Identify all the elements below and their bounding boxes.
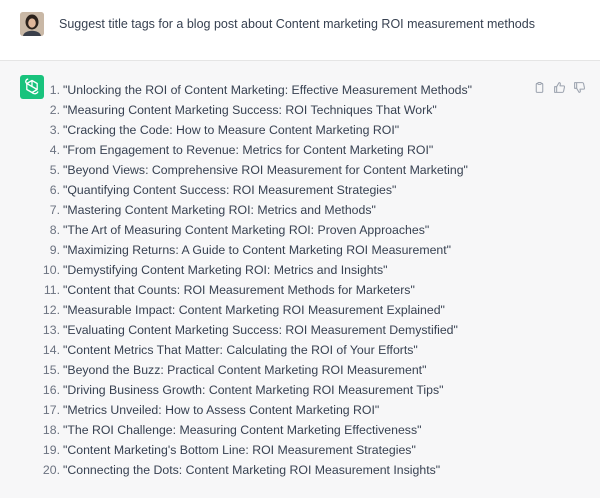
list-text: "Measuring Content Marketing Success: RO… [63, 103, 437, 117]
user-avatar [20, 12, 44, 36]
list-text: "Content Marketing's Bottom Line: ROI Me… [63, 443, 416, 457]
list-text: "Metrics Unveiled: How to Assess Content… [63, 403, 380, 417]
thumbs-down-icon [573, 81, 585, 93]
thumbs-up-button[interactable] [552, 80, 566, 94]
user-photo-icon [20, 12, 44, 36]
list-item: 2. "Measuring Content Marketing Success: … [40, 102, 472, 122]
list-number: 5. [49, 163, 60, 177]
thumbs-down-button[interactable] [572, 80, 586, 94]
list-text: "Mastering Content Marketing ROI: Metric… [63, 203, 376, 217]
list-item: 1. "Unlocking the ROI of Content Marketin… [40, 82, 472, 102]
message-actions [532, 80, 586, 96]
list-number: 9. [49, 243, 60, 257]
list-number: 10. [42, 263, 60, 277]
list-number: 1. [49, 83, 60, 97]
list-text: "The ROI Challenge: Measuring Content Ma… [63, 423, 422, 437]
chat-page: Suggest title tags for a blog post about… [0, 0, 600, 498]
list-number: 20. [42, 463, 60, 477]
list-text: "Evaluating Content Marketing Success: R… [63, 323, 458, 337]
list-item: 15. "Beyond the Buzz: Practical Content M… [40, 362, 472, 382]
list-text: "Cracking the Code: How to Measure Conte… [63, 123, 400, 137]
list-text: "Content Metrics That Matter: Calculatin… [63, 343, 418, 357]
list-item: 3. "Cracking the Code: How to Measure Con… [40, 122, 472, 142]
list-item: 4. "From Engagement to Revenue: Metrics f… [40, 142, 472, 162]
thumbs-up-icon [553, 81, 565, 93]
list-number: 4. [49, 143, 60, 157]
list-number: 2. [49, 103, 60, 117]
list-number: 8. [49, 223, 60, 237]
list-item: 18. "The ROI Challenge: Measuring Content… [40, 422, 472, 442]
user-message-row: Suggest title tags for a blog post about… [0, 0, 600, 61]
list-item: 20. "Connecting the Dots: Content Marketi… [40, 462, 472, 482]
list-item: 5. "Beyond Views: Comprehensive ROI Measu… [40, 162, 472, 182]
copy-button[interactable] [532, 80, 546, 94]
list-item: 19. "Content Marketing's Bottom Line: ROI… [40, 442, 472, 462]
title-tag-list: 1. "Unlocking the ROI of Content Marketin… [40, 82, 472, 482]
list-text: "From Engagement to Revenue: Metrics for… [63, 143, 434, 157]
list-item: 11. "Content that Counts: ROI Measurement… [40, 282, 472, 302]
list-number: 11. [43, 283, 60, 297]
list-number: 3. [49, 123, 60, 137]
list-text: "The Art of Measuring Content Marketing … [63, 223, 430, 237]
list-item: 7. "Mastering Content Marketing ROI: Metr… [40, 202, 472, 222]
list-number: 18. [42, 423, 60, 437]
list-text: "Beyond Views: Comprehensive ROI Measure… [63, 163, 468, 177]
list-text: "Measurable Impact: Content Marketing RO… [63, 303, 445, 317]
list-item: 16. "Driving Business Growth: Content Mar… [40, 382, 472, 402]
list-item: 17. "Metrics Unveiled: How to Assess Cont… [40, 402, 472, 422]
list-text: "Maximizing Returns: A Guide to Content … [63, 243, 452, 257]
list-text: "Unlocking the ROI of Content Marketing:… [63, 83, 473, 97]
list-item: 12. "Measurable Impact: Content Marketing… [40, 302, 472, 322]
list-number: 17. [42, 403, 60, 417]
list-number: 16. [42, 383, 60, 397]
list-number: 6. [49, 183, 60, 197]
list-item: 13. "Evaluating Content Marketing Success… [40, 322, 472, 342]
list-text: "Driving Business Growth: Content Market… [63, 383, 444, 397]
list-text: "Quantifying Content Success: ROI Measur… [63, 183, 397, 197]
list-text: "Connecting the Dots: Content Marketing … [63, 463, 441, 477]
list-item: 6. "Quantifying Content Success: ROI Meas… [40, 182, 472, 202]
list-item: 9. "Maximizing Returns: A Guide to Conten… [40, 242, 472, 262]
list-number: 14. [42, 343, 60, 357]
assistant-message-row: 1. "Unlocking the ROI of Content Marketin… [0, 61, 600, 498]
user-prompt-text: Suggest title tags for a blog post about… [59, 17, 535, 31]
list-text: "Content that Counts: ROI Measurement Me… [63, 283, 415, 297]
list-number: 7. [49, 203, 60, 217]
list-item: 14. "Content Metrics That Matter: Calcula… [40, 342, 472, 362]
list-number: 19. [42, 443, 60, 457]
copy-icon [535, 81, 543, 93]
list-number: 13. [42, 323, 60, 337]
list-text: "Demystifying Content Marketing ROI: Met… [63, 263, 388, 277]
list-number: 12. [42, 303, 60, 317]
list-item: 10. "Demystifying Content Marketing ROI: … [40, 262, 472, 282]
list-item: 8. "The Art of Measuring Content Marketin… [40, 222, 472, 242]
list-text: "Beyond the Buzz: Practical Content Mark… [63, 363, 427, 377]
list-number: 15. [42, 363, 60, 377]
